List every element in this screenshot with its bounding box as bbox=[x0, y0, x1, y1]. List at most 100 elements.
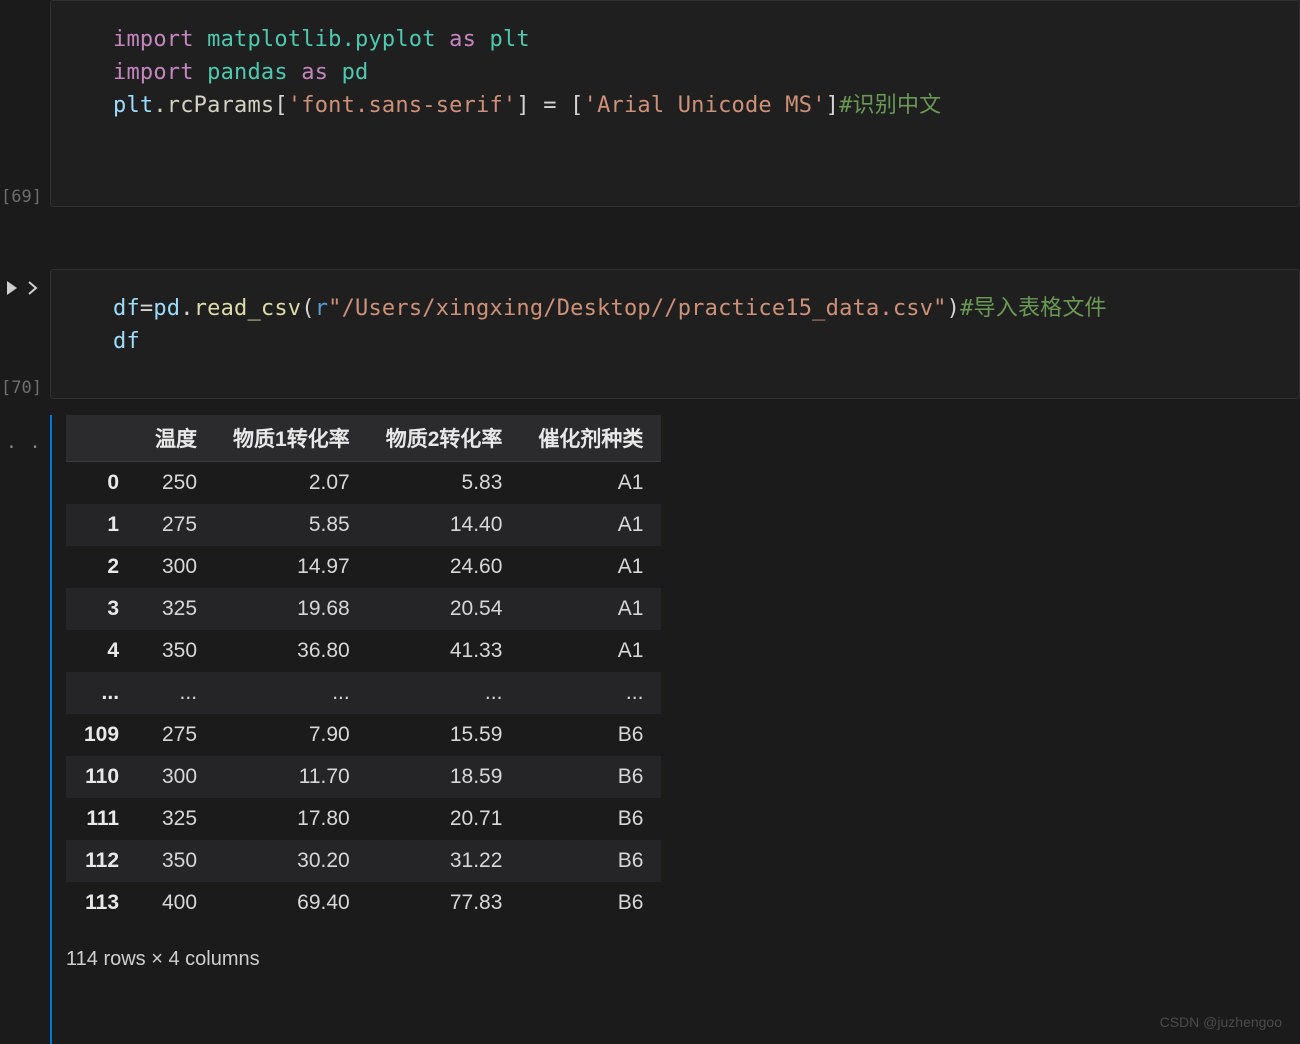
cell: B6 bbox=[520, 714, 661, 756]
cell: ... bbox=[215, 672, 368, 714]
row-index: 3 bbox=[66, 588, 137, 630]
cell-output: 温度 物质1转化率 物质2转化率 催化剂种类 02502.075.83A1127… bbox=[50, 415, 1300, 1044]
string: 'Arial Unicode MS' bbox=[584, 93, 826, 118]
variable: df bbox=[113, 329, 140, 354]
cell: 69.40 bbox=[215, 882, 368, 924]
row-index: 1 bbox=[66, 504, 137, 546]
punct: ] = [ bbox=[516, 93, 583, 118]
punct: . bbox=[180, 296, 193, 321]
row-index: 109 bbox=[66, 714, 137, 756]
keyword: import bbox=[113, 27, 194, 52]
row-index: 0 bbox=[66, 462, 137, 505]
cell: 24.60 bbox=[368, 546, 521, 588]
table-row: 11030011.7018.59B6 bbox=[66, 756, 661, 798]
cell: 14.97 bbox=[215, 546, 368, 588]
cell: 20.54 bbox=[368, 588, 521, 630]
cell: B6 bbox=[520, 840, 661, 882]
cell: 30.20 bbox=[215, 840, 368, 882]
col-header-temp: 温度 bbox=[137, 415, 215, 462]
row-index: 4 bbox=[66, 630, 137, 672]
table-row: 11235030.2031.22B6 bbox=[66, 840, 661, 882]
code-cell-2[interactable]: df=pd.read_csv(r"/Users/xingxing/Desktop… bbox=[50, 269, 1300, 399]
watermark: CSDN @juzhengoo bbox=[1160, 1014, 1282, 1030]
exec-count-cell2: [70] bbox=[1, 378, 42, 398]
cell: ... bbox=[368, 672, 521, 714]
cell: A1 bbox=[520, 546, 661, 588]
cell: 250 bbox=[137, 462, 215, 505]
cell: ... bbox=[520, 672, 661, 714]
dataframe-shape: 114 rows × 4 columns bbox=[66, 948, 1300, 971]
cell: 275 bbox=[137, 504, 215, 546]
variable: df bbox=[113, 296, 140, 321]
keyword: as bbox=[449, 27, 476, 52]
cell: A1 bbox=[520, 504, 661, 546]
cell: 7.90 bbox=[215, 714, 368, 756]
cell: ... bbox=[137, 672, 215, 714]
cell: 5.85 bbox=[215, 504, 368, 546]
alias: plt bbox=[490, 27, 530, 52]
cell: B6 bbox=[520, 798, 661, 840]
punct: = bbox=[140, 296, 153, 321]
table-row: ............... bbox=[66, 672, 661, 714]
table-row: 11132517.8020.71B6 bbox=[66, 798, 661, 840]
table-row: 11340069.4077.83B6 bbox=[66, 882, 661, 924]
function: read_csv bbox=[194, 296, 302, 321]
module: pandas bbox=[207, 60, 288, 85]
punct: ( bbox=[301, 296, 314, 321]
cell: 300 bbox=[137, 546, 215, 588]
cell: 275 bbox=[137, 714, 215, 756]
raw-prefix: r bbox=[315, 296, 328, 321]
cell: 36.80 bbox=[215, 630, 368, 672]
table-row: 12755.8514.40A1 bbox=[66, 504, 661, 546]
cell: A1 bbox=[520, 630, 661, 672]
variable: plt bbox=[113, 93, 153, 118]
row-index: 113 bbox=[66, 882, 137, 924]
string: 'font.sans-serif' bbox=[288, 93, 517, 118]
cell: 5.83 bbox=[368, 462, 521, 505]
cell: 350 bbox=[137, 630, 215, 672]
code-editor-2[interactable]: df=pd.read_csv(r"/Users/xingxing/Desktop… bbox=[51, 270, 1299, 400]
cell: 2.07 bbox=[215, 462, 368, 505]
cell: A1 bbox=[520, 588, 661, 630]
cell-gutter: [69] [70] bbox=[0, 0, 46, 1044]
row-index: 112 bbox=[66, 840, 137, 882]
col-header-index bbox=[66, 415, 137, 462]
cell: 325 bbox=[137, 798, 215, 840]
cell: 300 bbox=[137, 756, 215, 798]
cell: 400 bbox=[137, 882, 215, 924]
table-row: 02502.075.83A1 bbox=[66, 462, 661, 505]
cell: 14.40 bbox=[368, 504, 521, 546]
keyword: as bbox=[301, 60, 328, 85]
code-editor-1[interactable]: import matplotlib.pyplot as plt import p… bbox=[51, 1, 1299, 164]
keyword: import bbox=[113, 60, 194, 85]
run-cell-icon[interactable] bbox=[2, 278, 22, 298]
cell: 77.83 bbox=[368, 882, 521, 924]
cell: B6 bbox=[520, 882, 661, 924]
cell: 19.68 bbox=[215, 588, 368, 630]
cell: 20.71 bbox=[368, 798, 521, 840]
row-index: 111 bbox=[66, 798, 137, 840]
row-index: 110 bbox=[66, 756, 137, 798]
cell: A1 bbox=[520, 462, 661, 505]
row-index: 2 bbox=[66, 546, 137, 588]
string: "/Users/xingxing/Desktop//practice15_dat… bbox=[328, 296, 946, 321]
col-header-cat: 催化剂种类 bbox=[520, 415, 661, 462]
chevron-right-icon[interactable] bbox=[24, 278, 42, 298]
cell: 18.59 bbox=[368, 756, 521, 798]
code-cell-1[interactable]: import matplotlib.pyplot as plt import p… bbox=[50, 0, 1300, 207]
col-header-conv2: 物质2转化率 bbox=[368, 415, 521, 462]
collapse-output-icon[interactable]: · · bbox=[6, 437, 42, 458]
punct: [ bbox=[274, 93, 287, 118]
comment: #识别中文 bbox=[839, 93, 941, 118]
col-header-conv1: 物质1转化率 bbox=[215, 415, 368, 462]
alias: pd bbox=[342, 60, 369, 85]
punct: ) bbox=[947, 296, 960, 321]
table-row: 230014.9724.60A1 bbox=[66, 546, 661, 588]
cell: 41.33 bbox=[368, 630, 521, 672]
cell: B6 bbox=[520, 756, 661, 798]
module: matplotlib.pyplot bbox=[207, 27, 436, 52]
table-row: 1092757.9015.59B6 bbox=[66, 714, 661, 756]
module: pd bbox=[153, 296, 180, 321]
table-row: 332519.6820.54A1 bbox=[66, 588, 661, 630]
punct: ] bbox=[826, 93, 839, 118]
